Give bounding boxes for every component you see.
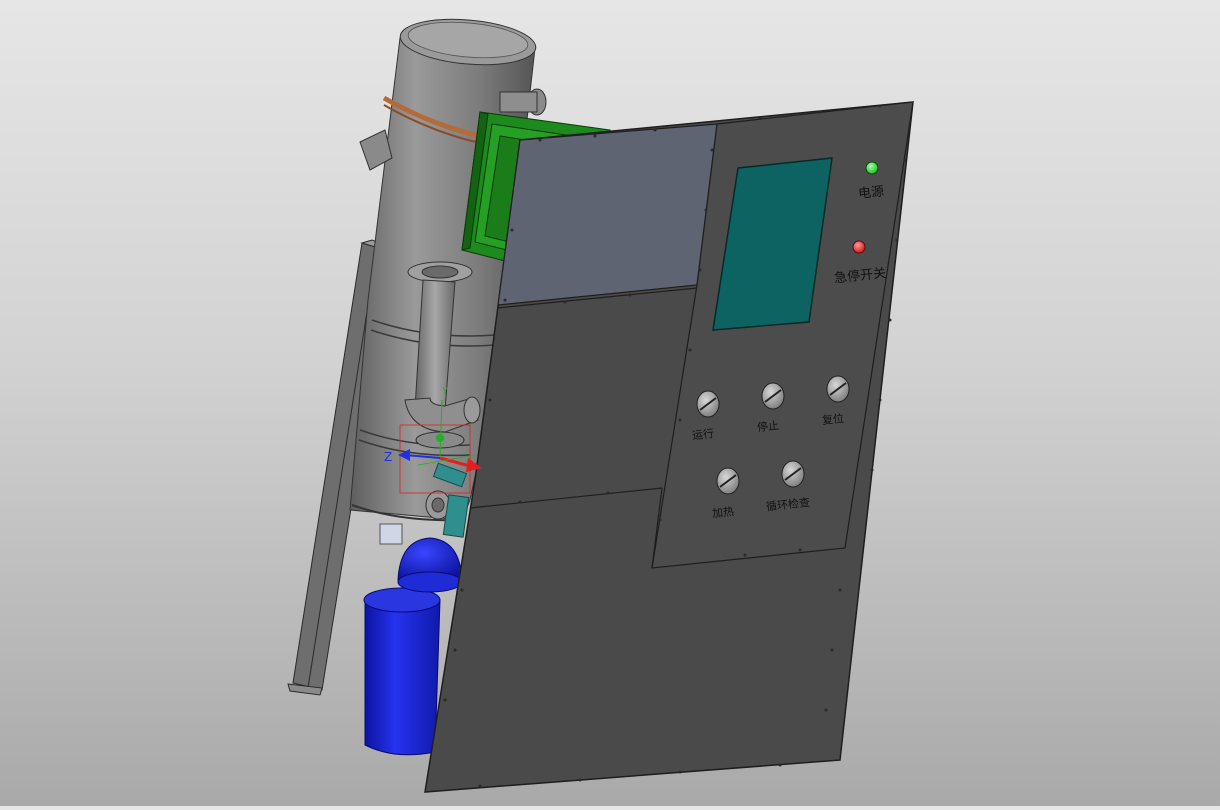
axis-z-label: Z bbox=[384, 450, 392, 464]
knob-5[interactable] bbox=[781, 460, 805, 488]
knob-1-label: 运行 bbox=[691, 427, 714, 442]
power-indicator-label: 电源 bbox=[857, 184, 884, 202]
knob-4[interactable] bbox=[716, 467, 740, 495]
knob-3[interactable] bbox=[826, 375, 850, 403]
emergency-stop-indicator bbox=[852, 240, 866, 254]
axis-y-label: Y bbox=[441, 386, 449, 397]
cad-viewport[interactable]: 电源 急停开关 运行 停止 复位 加热 循环检查 Z Y bbox=[0, 0, 1220, 806]
knob-2[interactable] bbox=[761, 382, 785, 410]
cad-model-drawing: 电源 急停开关 运行 停止 复位 加热 循环检查 Z Y bbox=[287, 18, 914, 793]
knob-1[interactable] bbox=[696, 390, 720, 418]
knob-3-label: 复位 bbox=[821, 411, 844, 427]
power-indicator bbox=[865, 161, 879, 175]
knob-2-label: 停止 bbox=[756, 418, 779, 434]
knob-4-label: 加热 bbox=[711, 505, 734, 520]
